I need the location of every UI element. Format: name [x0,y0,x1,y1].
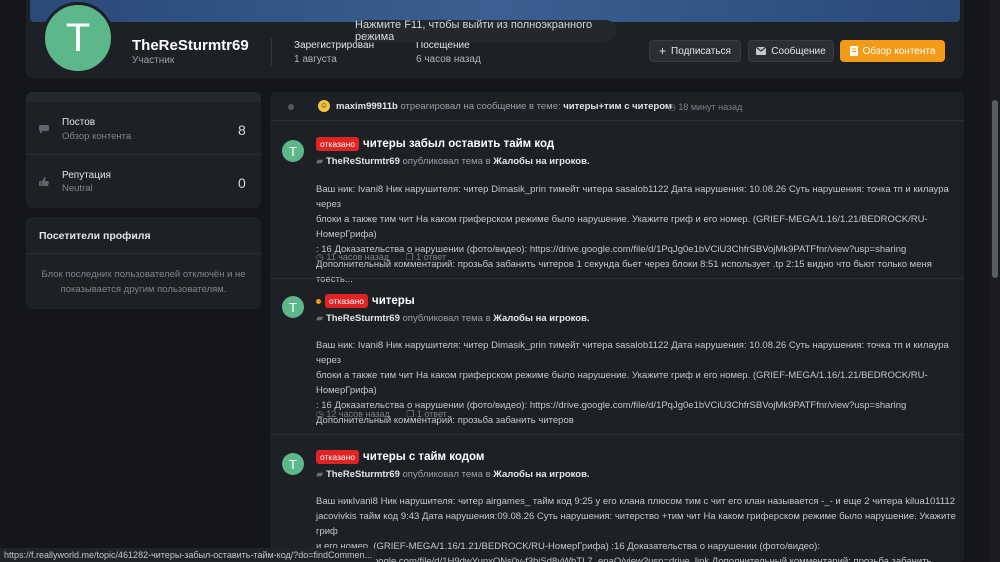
browser-status-bar: https://f.reallyworld.me/topic/461282-чи… [0,548,377,562]
divider [26,253,261,254]
avatar[interactable]: T [42,2,114,74]
envelope-icon [756,47,767,55]
status-badge: отказано [316,137,360,151]
post-body-line: Ваш ник: Ivani8 Ник нарушителя: читер Di… [316,184,949,210]
comment-icon: ▰ [316,313,324,324]
post-forum[interactable]: Жалобы на игроков. [493,156,589,167]
comment-icon: ▰ [316,156,324,167]
post-title-row: отказано читеры с тайм кодом [316,450,484,464]
scrollbar-thumb[interactable] [992,100,998,278]
post-avatar[interactable]: T [282,453,304,475]
divider [26,154,261,155]
plus-icon: + [659,44,667,58]
post-time: 12 часов назад [326,409,390,419]
visitors-title: Посетители профиля [39,230,151,242]
reaction-emoji-icon: ☺ [318,100,330,112]
reputation-sub: Neutral [62,183,93,194]
divider [270,120,964,121]
post-body-line: блоки а также тим чит На каком гриферско… [316,214,928,240]
fullscreen-tooltip: Нажмите F11, чтобы выйти из полноэкранно… [355,19,617,43]
post-action: опубликовал тема в [402,469,491,480]
post-action: опубликовал тема в [402,156,491,167]
post-body: Ваш ник: Ivani8 Ник нарушителя: читер Di… [316,182,956,287]
status-badge: отказано [325,294,369,308]
post-title-row: отказано читеры забыл оставить тайм код [316,137,554,151]
content-overview-label: Обзор контента [862,45,936,57]
unread-dot [288,104,294,110]
page-scrollbar[interactable] [990,0,1000,562]
post-body-line: блоки а также тим чит На каком гриферско… [316,370,928,396]
post-author[interactable]: TheReSturmtr69 [326,156,400,167]
posts-sub[interactable]: Обзор контента [62,131,131,142]
post-body-line: Ваш никIvani8 Ник нарушителя: читер airg… [316,496,956,507]
comment-icon [39,125,49,134]
activity-line: maxim99911b отреагировал на сообщение в … [336,101,672,112]
document-icon [849,46,858,56]
visitors-disabled-text: Блок последних пользователей отключён и … [41,269,246,295]
post-avatar[interactable]: T [282,140,304,162]
post-meta: ▰ TheReSturmtr69 опубликовал тема в Жало… [316,156,590,167]
status-url: https://f.reallyworld.me/topic/461282-чи… [4,550,373,560]
activity-topic[interactable]: читеры+тим с читером [563,101,672,112]
post-title[interactable]: читеры забыл оставить тайм код [363,138,554,150]
post-author[interactable]: TheReSturmtr69 [326,313,400,324]
registered-value: 1 августа [294,54,337,65]
status-badge: отказано [316,450,360,464]
content-overview-button[interactable]: Обзор контента [840,40,945,62]
divider [271,38,272,66]
subscribe-label: Подписаться [671,45,731,57]
comment-icon: ▰ [316,469,324,480]
post-action: опубликовал тема в [402,313,491,324]
clock-icon: ◷ [316,409,324,419]
thumbs-up-icon [39,177,49,186]
post-forum[interactable]: Жалобы на игроков. [493,469,589,480]
message-button[interactable]: Сообщение [748,40,834,62]
post-title-row: отказано читеры [316,294,415,308]
post-body-line: https://drive.google.com/file/d/1H9dwYun… [316,556,932,562]
post-body: Ваш никIvani8 Ник нарушителя: читер airg… [316,494,956,562]
stats-header-strip [26,92,261,102]
post-title[interactable]: читеры с тайм кодом [363,451,484,463]
reputation-label: Репутация [62,170,111,181]
profile-username: TheReSturmtr69 [132,37,249,54]
profile-role: Участник [132,55,175,66]
post-forum[interactable]: Жалобы на игроков. [493,313,589,324]
post-meta: ▰ TheReSturmtr69 опубликовал тема в Жало… [316,469,590,480]
divider [270,434,964,435]
activity-time-value: 18 минут назад [678,102,743,112]
replies-icon: ❐ [406,409,415,419]
posts-count: 8 [238,122,246,138]
post-body-line: jacovivkis тайм код 9:43 Дата нарушения:… [316,511,956,537]
divider [270,278,964,279]
posts-label[interactable]: Постов [62,117,95,128]
post-meta: ▰ TheReSturmtr69 опубликовал тема в Жало… [316,313,590,324]
message-label: Сообщение [771,45,826,57]
subscribe-button[interactable]: + Подписаться [649,40,741,62]
profile-visitors-box: Посетители профиля Блок последних пользо… [26,217,261,309]
activity-user[interactable]: maxim99911b [336,101,398,112]
post-avatar[interactable]: T [282,296,304,318]
reputation-count: 0 [238,175,246,191]
post-replies[interactable]: 1 ответ [417,409,447,419]
unread-dot [316,298,321,304]
post-title[interactable]: читеры [372,295,415,307]
last-visit-value: 6 часов назад [416,54,481,65]
post-time: 11 часов назад [326,252,390,262]
post-body-line: и его номер. (GRIEF-MEGA/1.16/1.21/BEDRO… [316,541,820,552]
activity-feed: ☺ maxim99911b отреагировал на сообщение … [270,92,964,562]
post-footer: ◷ 12 часов назад ❐ 1 ответ [316,409,447,420]
post-author[interactable]: TheReSturmtr69 [326,469,400,480]
clock-icon: ◷ [316,252,324,262]
post-replies[interactable]: 1 ответ [416,252,446,262]
post-footer: ◷ 11 часов назад ❐ 1 ответ [316,252,446,263]
post-body-line: Ваш ник: Ivani8 Ник нарушителя: читер Di… [316,340,949,366]
activity-time: ◷ 18 минут назад [668,102,743,112]
activity-text: отреагировал на сообщение в теме: [400,101,561,112]
replies-icon: ❐ [405,252,414,262]
